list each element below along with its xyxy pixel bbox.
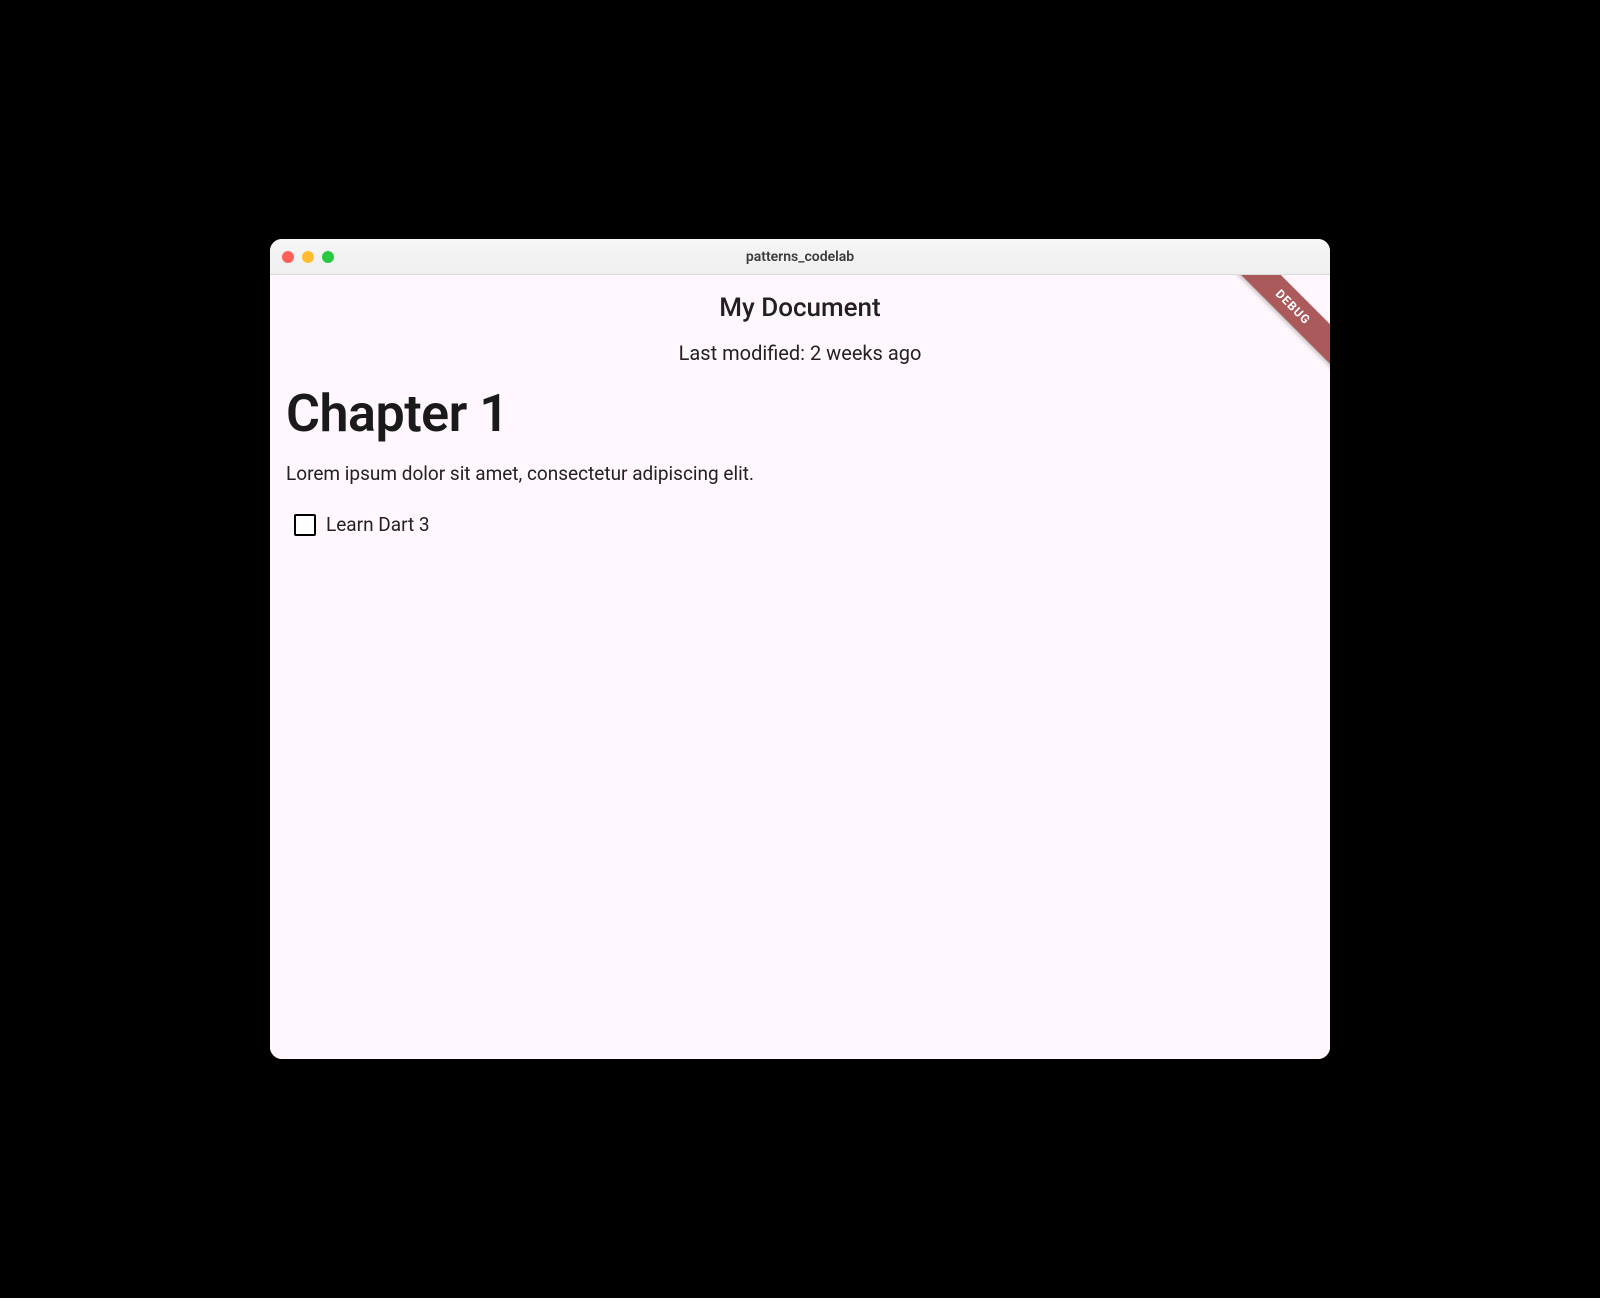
body-text: Lorem ipsum dolor sit amet, consectetur … bbox=[286, 462, 1314, 485]
checkbox-icon[interactable] bbox=[294, 514, 316, 536]
checkbox-label: Learn Dart 3 bbox=[326, 513, 430, 536]
mac-window: patterns_codelab DEBUG My Document Last … bbox=[270, 239, 1330, 1059]
checkbox-row[interactable]: Learn Dart 3 bbox=[286, 513, 1314, 536]
titlebar: patterns_codelab bbox=[270, 239, 1330, 275]
maximize-icon[interactable] bbox=[322, 251, 334, 263]
app-area: DEBUG My Document Last modified: 2 weeks… bbox=[270, 275, 1330, 1059]
traffic-lights bbox=[282, 251, 334, 263]
page-title: My Document bbox=[719, 293, 880, 323]
content: Chapter 1 Lorem ipsum dolor sit amet, co… bbox=[270, 365, 1330, 554]
minimize-icon[interactable] bbox=[302, 251, 314, 263]
subtitle: Last modified: 2 weeks ago bbox=[679, 341, 922, 365]
chapter-heading: Chapter 1 bbox=[286, 383, 1314, 444]
app-header: My Document Last modified: 2 weeks ago bbox=[270, 275, 1330, 365]
window-title: patterns_codelab bbox=[270, 249, 1330, 265]
close-icon[interactable] bbox=[282, 251, 294, 263]
